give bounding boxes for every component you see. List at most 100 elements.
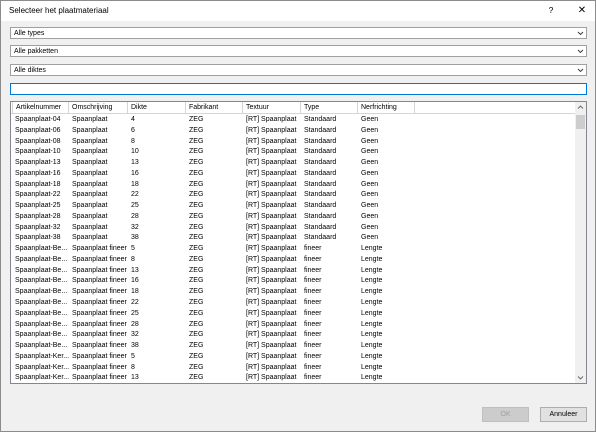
texture-cell: [RT] Spaanplaat (246, 342, 297, 350)
manufacturer-cell: ZEG (189, 159, 204, 167)
type-cell: Standaard (304, 159, 337, 167)
column-header-article-number[interactable]: Artikelnummer (12, 102, 69, 114)
grain-direction-cell: Geen (361, 202, 379, 210)
table-row[interactable]: Spaanplaat-Be... Spaanplaat fineer 25 ZEG [R… (11, 309, 576, 320)
table-row[interactable]: Spaanplaat-Be... Spaanplaat fineer 28 ZEG [R… (11, 320, 576, 331)
table-row[interactable]: Spaanplaat-Ker... Spaanplaat fineer 8 ZEG [R… (11, 363, 576, 374)
table-row[interactable]: Spaanplaat-Be... Spaanplaat fineer 5 ZEG [RT… (11, 244, 576, 255)
texture-cell: [RT] Spaanplaat (246, 331, 297, 339)
article-number-cell: Spaanplaat-Be... (15, 277, 68, 285)
table-row[interactable]: Spaanplaat-32 Spaanplaat 32 ZEG [RT] Spaanpl… (11, 223, 576, 234)
table-row[interactable]: Spaanplaat-22 Spaanplaat 22 ZEG [RT] Spaanpl… (11, 190, 576, 201)
column-header-texture[interactable]: Textuur (243, 102, 301, 114)
manufacturer-cell: ZEG (189, 126, 204, 134)
table-row[interactable]: Spaanplaat-Be... Spaanplaat fineer 32 ZEG [R… (11, 330, 576, 341)
material-table[interactable]: Artikelnummer Omschrijving Dikte Fabrikant T… (10, 101, 587, 384)
article-number-cell: Spaanplaat-10 (15, 148, 61, 156)
thickness-cell: 13 (131, 374, 139, 382)
description-cell: Spaanplaat (72, 180, 108, 188)
table-row[interactable]: Spaanplaat-Ker... Spaanplaat fineer 5 ZEG [R… (11, 352, 576, 363)
table-row[interactable]: Spaanplaat-Be... Spaanplaat fineer 22 ZEG [R… (11, 298, 576, 309)
scroll-down-icon[interactable] (575, 372, 586, 383)
table-row[interactable]: Spaanplaat-10 Spaanplaat 10 ZEG [RT] Spaanpl… (11, 147, 576, 158)
texture-cell: [RT] Spaanplaat (246, 234, 297, 242)
texture-cell: [RT] Spaanplaat (246, 126, 297, 134)
column-header-description[interactable]: Omschrijving (69, 102, 128, 114)
texture-cell: [RT] Spaanplaat (246, 169, 297, 177)
type-filter-dropdown[interactable]: Alle types (10, 27, 587, 39)
column-header-thickness[interactable]: Dikte (128, 102, 186, 114)
grain-direction-cell: Lengte (361, 363, 383, 371)
manufacturer-cell: ZEG (189, 116, 204, 123)
table-row[interactable]: Spaanplaat-Be... Spaanplaat fineer 8 ZEG [RT… (11, 255, 576, 266)
help-button[interactable]: ? (541, 2, 561, 19)
article-number-cell: Spaanplaat-32 (15, 223, 61, 231)
description-cell: Spaanplaat (72, 212, 108, 220)
article-number-cell: Spaanplaat-Be... (15, 309, 68, 317)
table-row[interactable]: Spaanplaat-25 Spaanplaat 25 ZEG [RT] Spaanpl… (11, 201, 576, 212)
title-bar: Selecteer het plaatmateriaal ? ✕ (1, 1, 595, 21)
cancel-button[interactable]: Annuleer (540, 407, 587, 422)
table-row[interactable]: Spaanplaat-Ker... Spaanplaat fineer 13 ZEG [… (11, 373, 576, 383)
table-row[interactable]: Spaanplaat-Be... Spaanplaat fineer 38 ZEG [R… (11, 341, 576, 352)
ok-button[interactable]: OK (482, 407, 529, 422)
texture-cell: [RT] Spaanplaat (246, 116, 297, 123)
close-button[interactable]: ✕ (572, 2, 592, 19)
thickness-cell: 22 (131, 299, 139, 307)
manufacturer-cell: ZEG (189, 137, 204, 145)
type-cell: fineer (304, 266, 322, 274)
chevron-down-icon (576, 46, 585, 56)
table-row[interactable]: Spaanplaat-06 Spaanplaat 6 ZEG [RT] Spaanpla… (11, 126, 576, 137)
article-number-cell: Spaanplaat-Be... (15, 288, 68, 296)
thickness-cell: 32 (131, 223, 139, 231)
type-cell: Standaard (304, 116, 337, 123)
texture-cell: [RT] Spaanplaat (246, 277, 297, 285)
table-row[interactable]: Spaanplaat-13 Spaanplaat 13 ZEG [RT] Spaanpl… (11, 158, 576, 169)
table-row[interactable]: Spaanplaat-18 Spaanplaat 18 ZEG [RT] Spaanpl… (11, 180, 576, 191)
table-row[interactable]: Spaanplaat-16 Spaanplaat 16 ZEG [RT] Spaanpl… (11, 169, 576, 180)
thickness-cell: 22 (131, 191, 139, 199)
article-number-cell: Spaanplaat-13 (15, 159, 61, 167)
scroll-up-icon[interactable] (575, 102, 586, 113)
column-header-manufacturer[interactable]: Fabrikant (186, 102, 243, 114)
texture-cell: [RT] Spaanplaat (246, 363, 297, 371)
table-row[interactable]: Spaanplaat-08 Spaanplaat 8 ZEG [RT] Spaanpla… (11, 137, 576, 148)
table-row[interactable]: Spaanplaat-04 Spaanplaat 4 ZEG [RT] Spaanpla… (11, 115, 576, 126)
table-row[interactable]: Spaanplaat-Be... Spaanplaat fineer 13 ZEG [R… (11, 266, 576, 277)
table-row[interactable]: Spaanplaat-28 Spaanplaat 28 ZEG [RT] Spaanpl… (11, 212, 576, 223)
texture-cell: [RT] Spaanplaat (246, 352, 297, 360)
table-row[interactable]: Spaanplaat-Be... Spaanplaat fineer 16 ZEG [R… (11, 276, 576, 287)
article-number-cell: Spaanplaat-22 (15, 191, 61, 199)
type-cell: Standaard (304, 202, 337, 210)
grain-direction-cell: Lengte (361, 299, 383, 307)
package-filter-dropdown[interactable]: Alle pakketten (10, 45, 587, 57)
texture-cell: [RT] Spaanplaat (246, 266, 297, 274)
texture-cell: [RT] Spaanplaat (246, 255, 297, 263)
grain-direction-cell: Lengte (361, 277, 383, 285)
dialog-title: Selecteer het plaatmateriaal (9, 6, 109, 15)
table-row[interactable]: Spaanplaat-38 Spaanplaat 38 ZEG [RT] Spaanpl… (11, 233, 576, 244)
type-cell: Standaard (304, 223, 337, 231)
vertical-scrollbar[interactable] (575, 102, 586, 383)
search-input[interactable] (10, 83, 587, 95)
article-number-cell: Spaanplaat-Be... (15, 331, 68, 339)
table-body: Spaanplaat-04 Spaanplaat 4 ZEG [RT] Spaanpla… (11, 115, 576, 383)
manufacturer-cell: ZEG (189, 288, 204, 296)
table-row[interactable]: Spaanplaat-Be... Spaanplaat fineer 18 ZEG [R… (11, 287, 576, 298)
column-header-grain-direction[interactable]: Nerfrichting (358, 102, 415, 114)
thickness-cell: 18 (131, 288, 139, 296)
column-header-type[interactable]: Type (301, 102, 358, 114)
scrollbar-thumb[interactable] (576, 115, 585, 129)
dialog-window: Selecteer het plaatmateriaal ? ✕ Alle ty… (0, 0, 596, 432)
thickness-filter-dropdown[interactable]: Alle diktes (10, 64, 587, 76)
type-cell: fineer (304, 277, 322, 285)
thickness-cell: 8 (131, 255, 135, 263)
type-cell: fineer (304, 309, 322, 317)
manufacturer-cell: ZEG (189, 363, 204, 371)
article-number-cell: Spaanplaat-28 (15, 212, 61, 220)
type-cell: fineer (304, 363, 322, 371)
article-number-cell: Spaanplaat-18 (15, 180, 61, 188)
grain-direction-cell: Lengte (361, 288, 383, 296)
article-number-cell: Spaanplaat-Ker... (15, 352, 69, 360)
article-number-cell: Spaanplaat-06 (15, 126, 61, 134)
